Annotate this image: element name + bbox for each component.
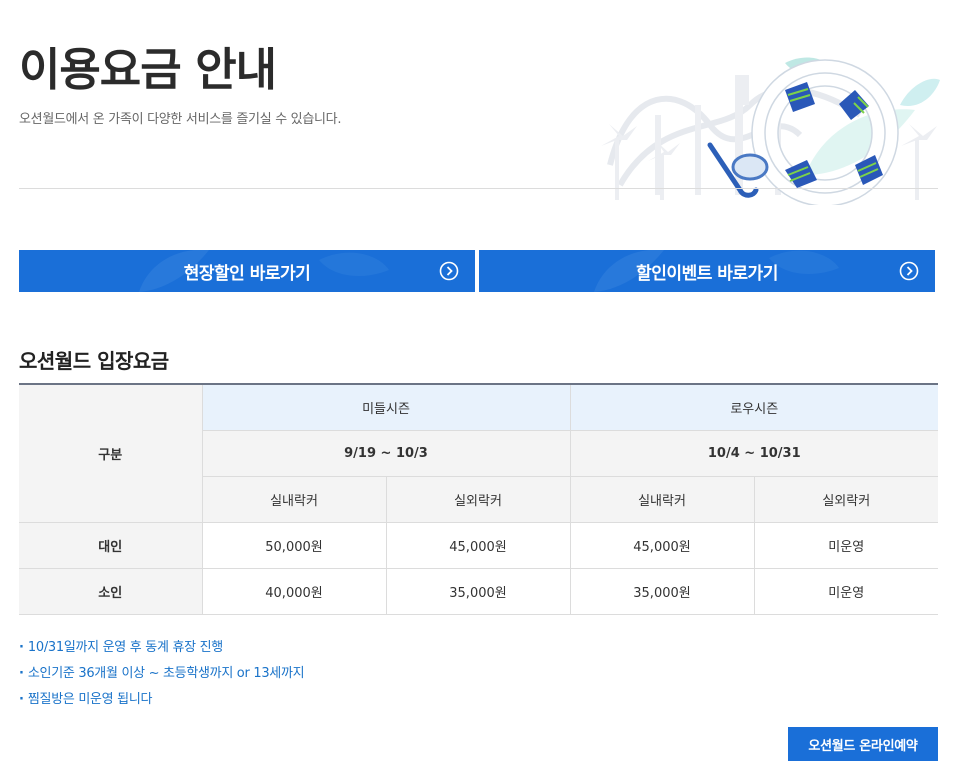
price-cell: 35,000원: [385, 567, 571, 615]
locker-type: 실외락커: [385, 475, 571, 523]
price-cell: 45,000원: [385, 521, 571, 569]
category-header: 구분: [19, 384, 203, 523]
list-item: 10/31일까지 운영 후 동계 휴장 진행: [19, 638, 304, 664]
price-cell: 40,000원: [201, 567, 387, 615]
page-title: 이용요금 안내: [19, 43, 277, 96]
section-title: 오션월드 입장요금: [19, 349, 169, 373]
season-name: 미들시즌: [201, 384, 571, 431]
locker-type: 실내락커: [569, 475, 755, 523]
season-name: 로우시즌: [569, 384, 938, 431]
header-divider: [19, 188, 938, 189]
price-cell: 미운영: [753, 567, 938, 615]
price-cell: 45,000원: [569, 521, 755, 569]
page-subtitle: 오션월드에서 온 가족이 다양한 서비스를 즐기실 수 있습니다.: [19, 112, 342, 127]
list-item: 찜질방은 미운영 됩니다: [19, 690, 304, 716]
discount-event-button[interactable]: 할인이벤트 바로가기: [479, 250, 935, 292]
price-cell: 50,000원: [201, 521, 387, 569]
season-header-row: 구분 미들시즌 로우시즌: [19, 384, 938, 523]
locker-type: 실외락커: [753, 475, 938, 523]
notes-list: 10/31일까지 운영 후 동계 휴장 진행 소인기준 36개월 이상 ~ 초등…: [19, 638, 305, 716]
onsite-discount-button[interactable]: 현장할인 바로가기: [19, 250, 475, 292]
discount-event-label: 할인이벤트 바로가기: [636, 263, 778, 284]
waterpark-illustration: [601, 57, 940, 205]
circle-arrow-right-icon: [439, 261, 459, 281]
price-cell: 미운영: [753, 521, 938, 569]
season-dates: 10/4 ~ 10/31: [569, 429, 938, 477]
table-row: 소인 40,000원 35,000원 35,000원 미운영: [19, 567, 938, 615]
season-dates: 9/19 ~ 10/3: [202, 429, 571, 477]
online-reservation-button[interactable]: 오션월드 온라인예약: [788, 727, 938, 761]
row-label: 소인: [19, 567, 203, 615]
admission-fee-table: 구분 미들시즌 로우시즌 9/19 ~ 10/3 10/4 ~ 10/31 실내…: [19, 383, 938, 615]
locker-type: 실내락커: [202, 475, 387, 523]
onsite-discount-label: 현장할인 바로가기: [183, 263, 311, 284]
price-cell: 35,000원: [569, 567, 755, 615]
circle-arrow-right-icon: [899, 261, 919, 281]
row-label: 대인: [19, 521, 203, 569]
table-row: 대인 50,000원 45,000원 45,000원 미운영: [19, 521, 938, 569]
list-item: 소인기준 36개월 이상 ~ 초등학생까지 or 13세까지: [19, 664, 305, 690]
